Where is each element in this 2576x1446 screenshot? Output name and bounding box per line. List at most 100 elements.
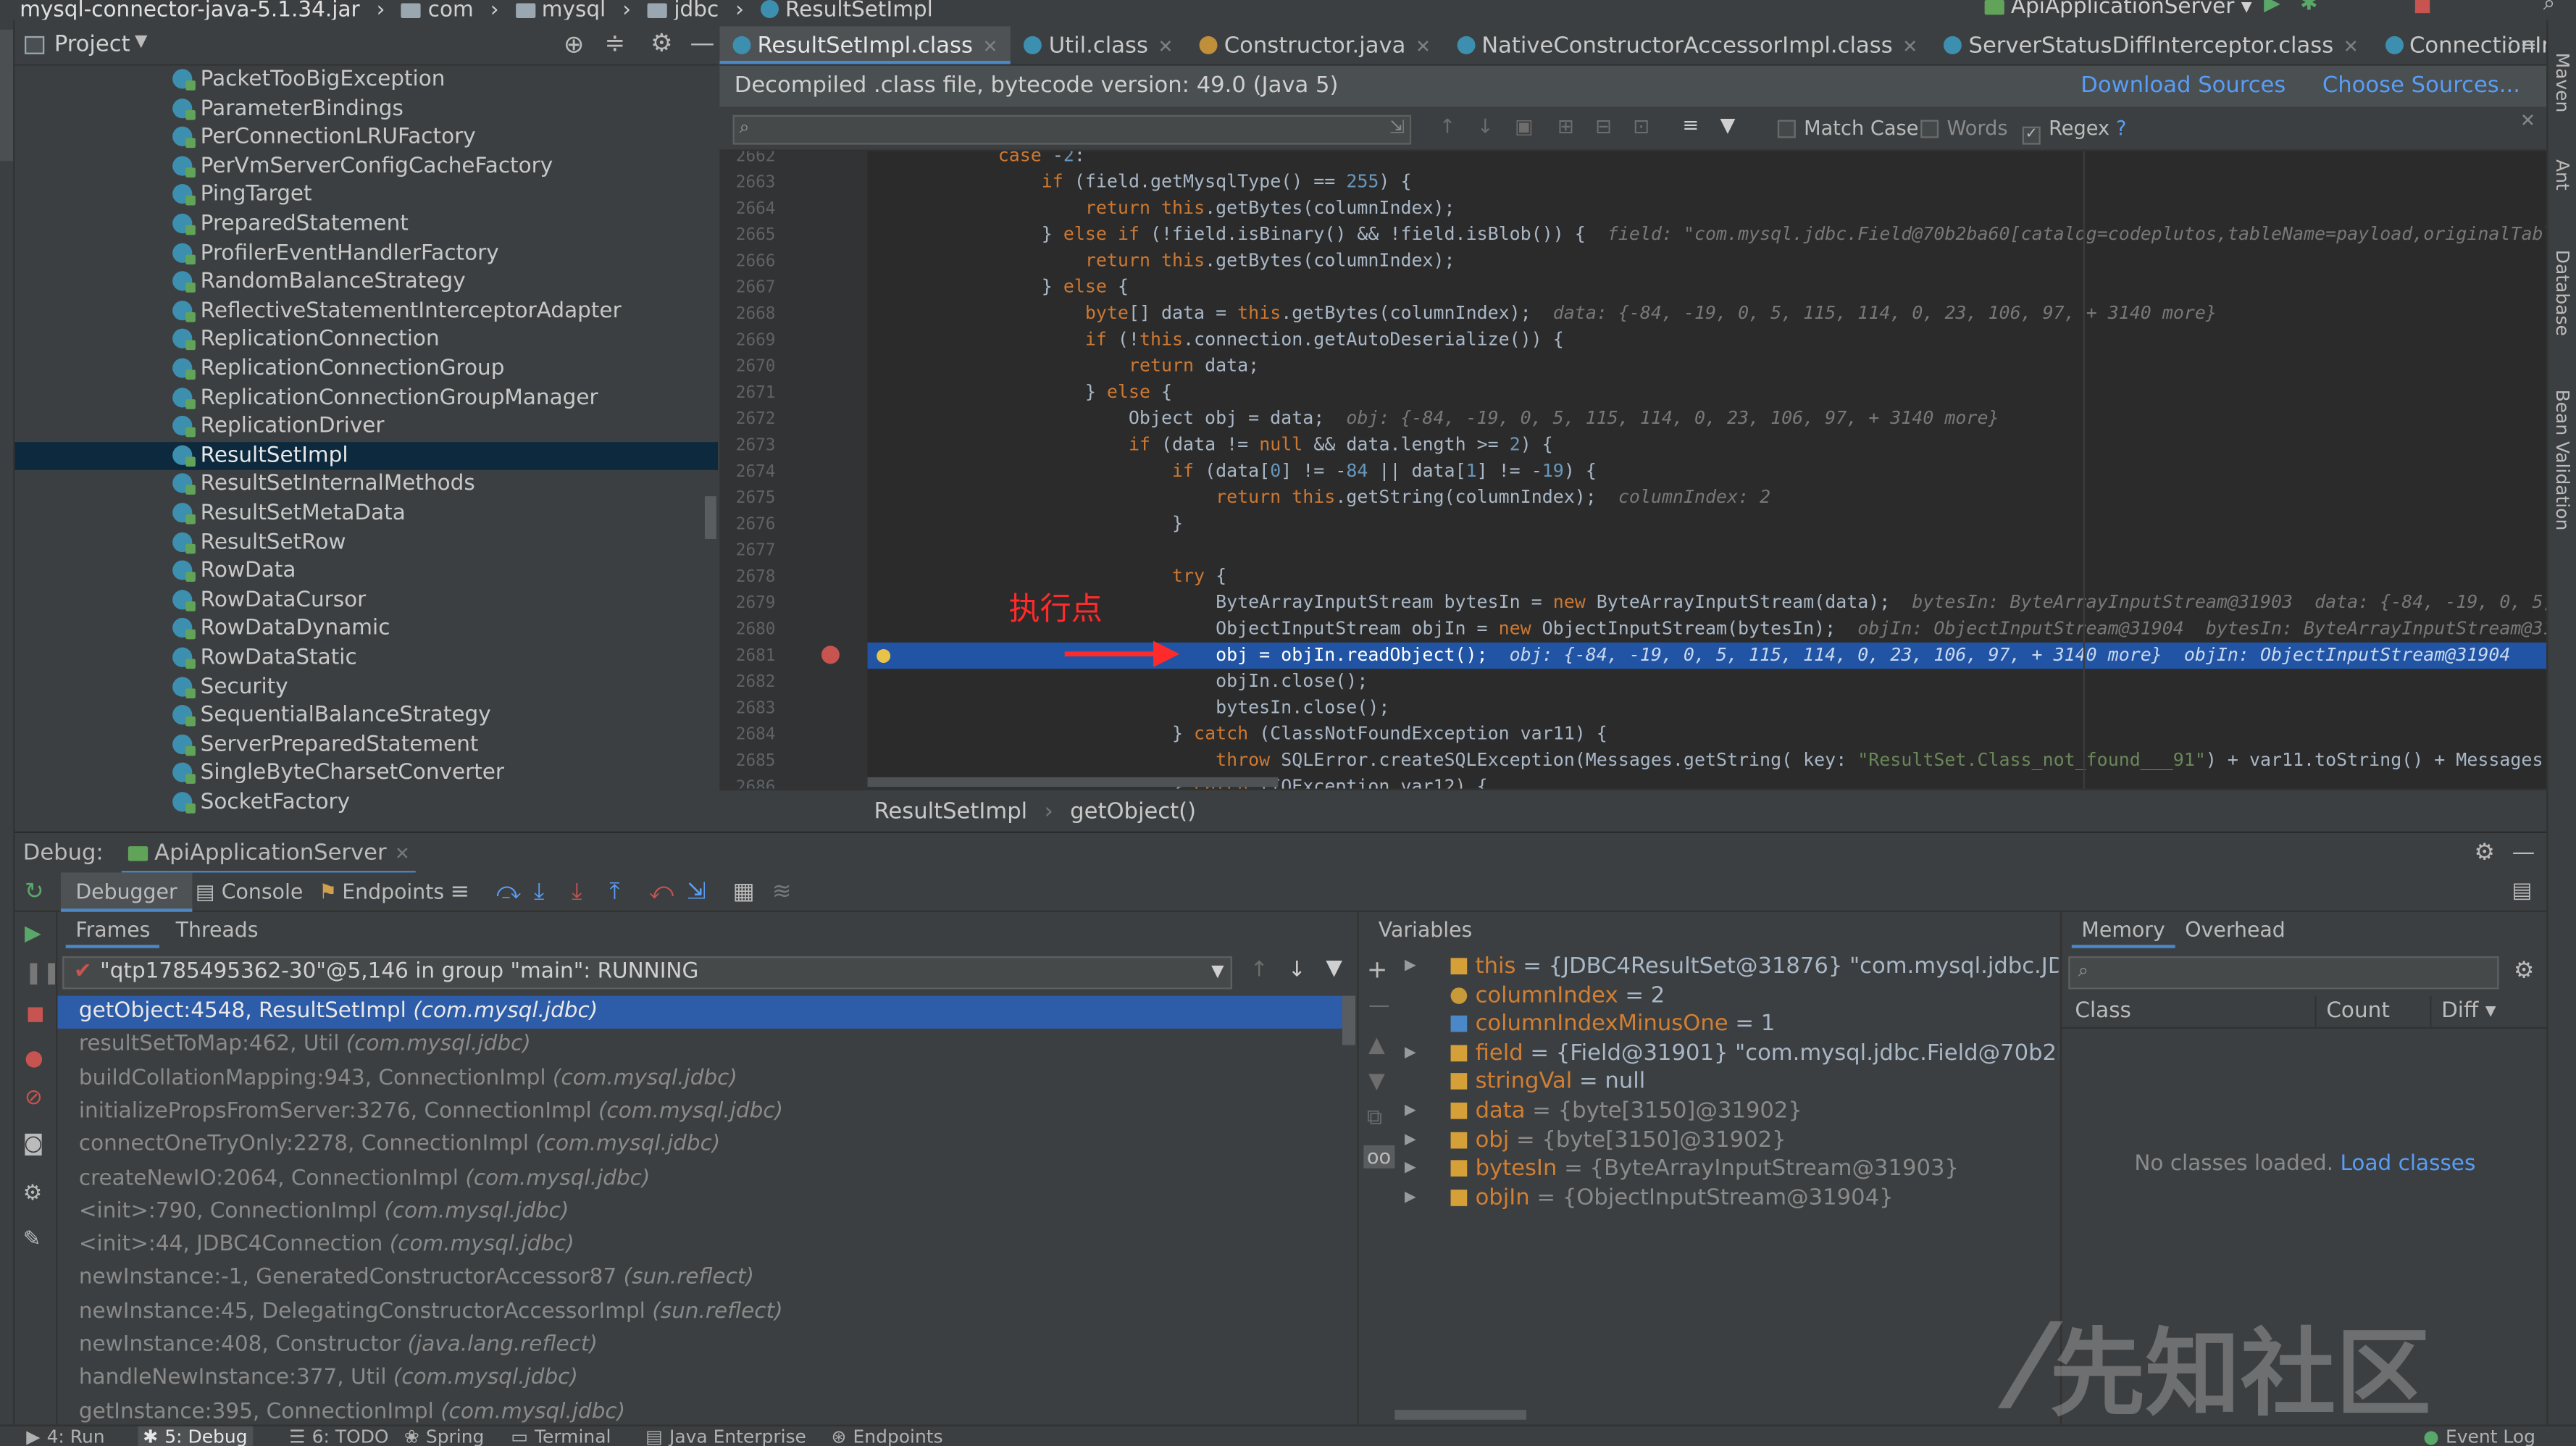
line-number[interactable]: 2675 bbox=[726, 490, 776, 508]
minimize-icon[interactable]: — bbox=[690, 28, 715, 58]
stack-frame[interactable]: connectOneTryOnly:2278, ConnectionImpl (… bbox=[57, 1129, 1355, 1163]
line-number[interactable]: 2679 bbox=[726, 595, 776, 613]
line-number[interactable]: 2664 bbox=[726, 201, 776, 219]
editor-tab[interactable]: ResultSetImpl.class ✕ bbox=[719, 26, 1011, 64]
tree-item[interactable]: RowData bbox=[172, 557, 296, 586]
variable-row[interactable]: columnIndex = 2 bbox=[1450, 982, 1665, 1011]
line-number[interactable]: 2663 bbox=[726, 174, 776, 192]
tool-window-button[interactable]: ▭ Terminal bbox=[511, 1426, 611, 1446]
package-crumb[interactable]: jdbc bbox=[648, 0, 719, 20]
gear-icon[interactable]: ⚙ bbox=[651, 28, 673, 58]
tree-item[interactable]: RowDataCursor bbox=[172, 586, 366, 615]
tree-item[interactable]: SingleByteCharsetConverter bbox=[172, 760, 504, 789]
load-classes-link[interactable]: Load classes bbox=[2341, 1152, 2476, 1177]
code-hscrollbar[interactable] bbox=[867, 777, 1279, 787]
code-line[interactable]: } else { bbox=[867, 380, 2546, 406]
tree-item[interactable]: ResultSetInternalMethods bbox=[172, 471, 475, 500]
choose-sources-link[interactable]: Choose Sources... bbox=[2322, 72, 2520, 99]
tool-window-button[interactable]: ❀ Spring bbox=[404, 1426, 484, 1446]
debugger-tab[interactable]: Debugger bbox=[60, 872, 193, 912]
close-icon[interactable]: ✕ bbox=[1415, 36, 1431, 57]
close-icon[interactable]: ✕ bbox=[2520, 110, 2535, 131]
line-number[interactable]: 2669 bbox=[726, 332, 776, 350]
tool-window-button[interactable]: ☰ 6: TODO bbox=[289, 1426, 388, 1446]
column-count[interactable]: Count bbox=[2314, 995, 2390, 1029]
memory-tab[interactable]: Memory bbox=[2071, 915, 2175, 948]
frames-tab[interactable]: Frames bbox=[65, 915, 161, 948]
tree-item[interactable]: ReplicationConnection bbox=[172, 326, 440, 355]
line-number[interactable]: 2673 bbox=[726, 437, 776, 455]
lightbulb-icon[interactable]: ● bbox=[876, 644, 892, 665]
variable-row[interactable]: objIn = {ObjectInputStream@31904} bbox=[1450, 1184, 1894, 1213]
code-line[interactable]: try { bbox=[867, 564, 2546, 590]
filter-settings-icon[interactable]: ≡ bbox=[1682, 114, 1699, 137]
stack-frame[interactable]: handleNewInstance:377, Util (com.mysql.j… bbox=[57, 1363, 1355, 1396]
class-search-input[interactable]: ⌕ bbox=[2068, 956, 2499, 990]
regex-checkbox[interactable]: ✓ Regex bbox=[2022, 117, 2109, 145]
step-into-icon[interactable]: ⤓ bbox=[534, 872, 544, 911]
variable-row[interactable]: obj = {byte[3150]@31902} bbox=[1450, 1127, 1786, 1155]
line-number[interactable]: 2682 bbox=[726, 674, 776, 692]
variable-row[interactable]: columnIndexMinusOne = 1 bbox=[1450, 1011, 1775, 1040]
stop-icon[interactable] bbox=[2414, 0, 2430, 14]
tree-item[interactable]: SequentialBalanceStrategy bbox=[172, 702, 491, 731]
line-number[interactable]: 2662 bbox=[726, 151, 776, 166]
line-number[interactable]: 2667 bbox=[726, 280, 776, 298]
stack-frame[interactable]: newInstance:408, Constructor (java.lang.… bbox=[57, 1329, 1355, 1363]
expand-arrow-icon[interactable]: ▶ bbox=[1405, 1190, 1416, 1206]
tree-item[interactable]: ParameterBindings bbox=[172, 95, 403, 124]
close-icon[interactable]: ✕ bbox=[2343, 36, 2359, 57]
step-out-icon[interactable]: ⤒ bbox=[609, 872, 619, 911]
package-crumb[interactable]: mysql bbox=[515, 0, 606, 20]
variable-row[interactable]: bytesIn = {ByteArrayInputStream@31903} bbox=[1450, 1155, 1959, 1184]
tree-item[interactable]: ResultSetMetaData bbox=[172, 500, 406, 529]
package-crumb[interactable]: com bbox=[401, 0, 474, 20]
project-view-selector[interactable]: Project bbox=[54, 31, 130, 57]
stack-frame[interactable]: resultSetToMap:462, Util (com.mysql.jdbc… bbox=[57, 1029, 1355, 1063]
tree-item[interactable]: ServerPreparedStatement bbox=[172, 731, 479, 760]
line-number[interactable]: 2668 bbox=[726, 306, 776, 324]
trace-icon[interactable]: ≋ bbox=[772, 872, 792, 911]
stack-frame[interactable]: createNewIO:2064, ConnectionImpl (com.my… bbox=[57, 1163, 1355, 1196]
filter-icon[interactable]: ▼ bbox=[1326, 956, 1342, 981]
close-icon[interactable]: ✕ bbox=[983, 36, 998, 57]
run-to-cursor-icon[interactable]: ⇲ bbox=[687, 872, 706, 911]
column-class[interactable]: Class bbox=[2075, 996, 2131, 1029]
code-line[interactable]: return data; bbox=[867, 354, 2546, 380]
class-crumb[interactable]: ResultSetImpl bbox=[760, 0, 933, 20]
variable-row[interactable]: field = {Field@31901} "com.mysql.jdbc.Fi… bbox=[1450, 1040, 2059, 1069]
code-line[interactable]: return this.getBytes(columnIndex); bbox=[867, 196, 2546, 222]
pin-icon[interactable]: ✎ bbox=[23, 1227, 41, 1252]
match-case-checkbox[interactable]: Match Case bbox=[1777, 117, 1918, 140]
tree-item[interactable]: PacketTooBigException bbox=[172, 66, 445, 95]
console-tab[interactable]: ▤ Console bbox=[196, 872, 303, 911]
code-line[interactable]: byte[] data = this.getBytes(columnIndex)… bbox=[867, 301, 2546, 327]
run-icon[interactable]: ▶ bbox=[2264, 0, 2280, 14]
line-number[interactable]: 2686 bbox=[726, 779, 776, 789]
words-checkbox[interactable]: Words bbox=[1920, 117, 2008, 140]
tree-item[interactable]: ResultSetRow bbox=[172, 528, 346, 557]
gear-icon[interactable]: ⚙ bbox=[23, 1182, 42, 1206]
editor-tab[interactable]: ServerStatusDiffInterceptor.class ✕ bbox=[1931, 26, 2372, 64]
stack-frame[interactable]: buildCollationMapping:943, ConnectionImp… bbox=[57, 1063, 1355, 1096]
frame-list[interactable]: getObject:4548, ResultSetImpl (com.mysql… bbox=[57, 995, 1355, 1425]
tree-item[interactable]: PerVmServerConfigCacheFactory bbox=[172, 152, 553, 181]
filter-icon[interactable]: ▼ bbox=[1720, 114, 1735, 137]
close-icon[interactable]: ✕ bbox=[395, 843, 410, 864]
show-execution-point-icon[interactable]: ≡ bbox=[450, 872, 469, 911]
download-sources-link[interactable]: Download Sources bbox=[2081, 72, 2286, 99]
stack-frame[interactable]: getObject:4548, ResultSetImpl (com.mysql… bbox=[57, 995, 1342, 1029]
event-log-button[interactable]: ● Event Log bbox=[2423, 1426, 2535, 1446]
tree-item[interactable]: PreparedStatement bbox=[172, 210, 409, 239]
debug-session-tab[interactable]: ApiApplicationServer ✕ bbox=[121, 837, 417, 874]
stack-frame[interactable]: getInstance:395, ConnectionImpl (com.mys… bbox=[57, 1396, 1355, 1424]
project-tree[interactable]: PacketTooBigException ParameterBindings Pe… bbox=[14, 65, 719, 829]
code-line[interactable]: return this.getBytes(columnIndex); bbox=[867, 248, 2546, 274]
thread-selector[interactable]: ✔ "qtp1785495362-30"@5,146 in group "main… bbox=[62, 956, 1232, 990]
debug-icon[interactable]: ✱ bbox=[2300, 0, 2318, 14]
remove-occurrence-icon[interactable]: ⊟ bbox=[1595, 115, 1612, 138]
code-line[interactable]: Object obj = data; obj: {-84, -19, 0, 5,… bbox=[867, 406, 2546, 432]
line-number[interactable]: 2671 bbox=[726, 385, 776, 403]
line-number[interactable]: 2678 bbox=[726, 569, 776, 587]
stack-frame[interactable]: <init>:790, ConnectionImpl (com.mysql.jd… bbox=[57, 1196, 1355, 1229]
